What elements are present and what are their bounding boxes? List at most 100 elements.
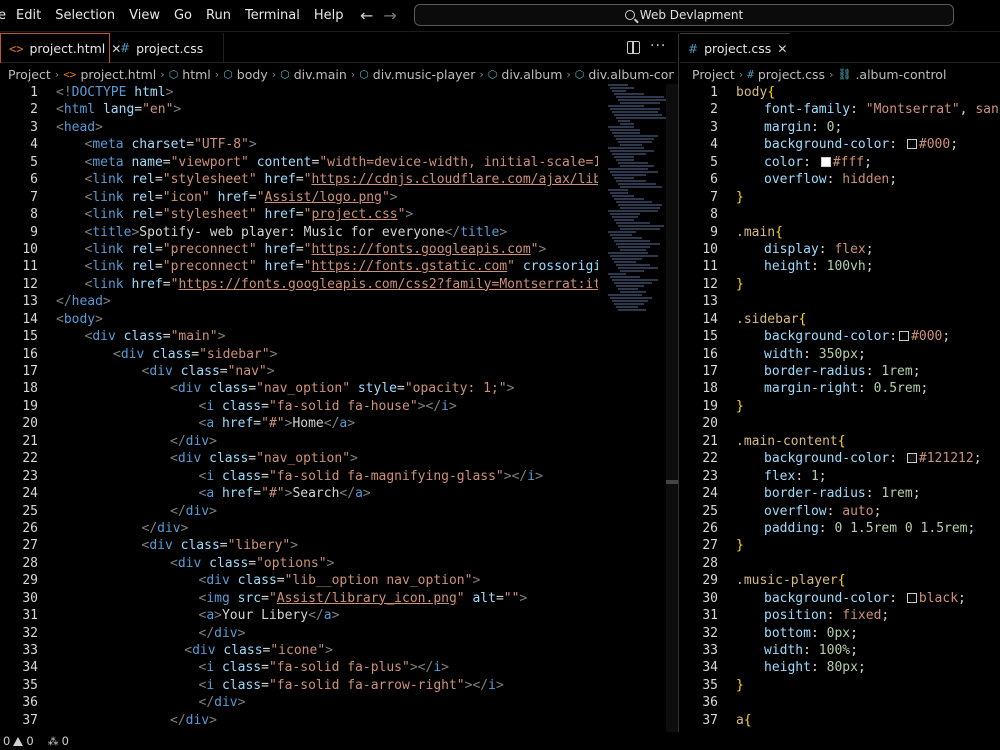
ports-indicator[interactable]: ⁂ 0 — [48, 734, 69, 748]
code-line[interactable]: 4 <meta charset="UTF-8"> — [0, 136, 668, 153]
code-line[interactable]: 37 </div> — [0, 712, 668, 729]
color-swatch[interactable] — [820, 156, 831, 167]
editor-scrollbar[interactable] — [666, 84, 678, 732]
code-line[interactable]: 12 <link href="https://fonts.googleapis.c… — [0, 276, 668, 293]
code-line[interactable]: 15 background-color: #000; — [680, 328, 1000, 345]
code-line[interactable]: 10 display: flex; — [680, 241, 1000, 258]
code-line[interactable]: 36 </div> — [0, 694, 668, 711]
code-line[interactable]: 1 body{ — [680, 84, 1000, 101]
code-line[interactable]: 20 <a href="#">Home</a> — [0, 415, 668, 432]
code-line[interactable]: 6 <link rel="stylesheet" href="https://cd… — [0, 171, 668, 188]
code-line[interactable]: 36 — [680, 694, 1000, 711]
code-line[interactable]: 21 </div> — [0, 433, 668, 450]
code-line[interactable]: 22 background-color: #121212; — [680, 450, 1000, 467]
code-line[interactable]: 25 overflow: auto; — [680, 503, 1000, 520]
code-line[interactable]: 14 .sidebar{ — [680, 311, 1000, 328]
code-line[interactable]: 22 <div class="nav_option"> — [0, 450, 668, 467]
code-line[interactable]: 29 <div class="lib__option nav_option"> — [0, 572, 668, 589]
code-line[interactable]: 18 margin-right: 0.5rem; — [680, 380, 1000, 397]
code-line[interactable]: 9 <title>Spotify- web player: Music for e… — [0, 224, 668, 241]
breadcrumb-item[interactable]: body — [237, 67, 268, 82]
tab-project-css-right[interactable]: # project.css ✕ — [680, 33, 790, 63]
code-line[interactable]: 5 color: #fff; — [680, 154, 1000, 171]
color-swatch[interactable] — [906, 453, 917, 464]
menu-item-edit[interactable]: Edit — [16, 0, 41, 32]
menu-item-e[interactable]: e — [0, 0, 6, 32]
forward-arrow-icon[interactable]: → — [383, 6, 396, 26]
code-line[interactable]: 1 <!DOCTYPE html> — [0, 84, 668, 101]
scrollbar-thumb[interactable] — [666, 480, 678, 484]
code-line[interactable]: 28 <div class="options"> — [0, 555, 668, 572]
code-line[interactable]: 27} — [680, 537, 1000, 554]
code-line[interactable]: 24 <a href="#">Search</a> — [0, 485, 668, 502]
code-line[interactable]: 17 <div class="nav"> — [0, 363, 668, 380]
code-line[interactable]: 25 </div> — [0, 503, 668, 520]
code-line[interactable]: 34 height: 80px; — [680, 659, 1000, 676]
menu-item-terminal[interactable]: Terminal — [245, 0, 300, 32]
code-line[interactable]: 10 <link rel="preconnect" href="https://f… — [0, 241, 668, 258]
breadcrumb-item[interactable]: project.css — [758, 67, 825, 82]
code-line[interactable]: 2font-family: "Montserrat", sans-serif — [680, 101, 1000, 118]
menu-item-run[interactable]: Run — [206, 0, 231, 32]
code-line[interactable]: 24 border-radius: 1rem; — [680, 485, 1000, 502]
command-center-search[interactable]: Web Devlapment — [414, 4, 954, 26]
code-line[interactable]: 26 </div> — [0, 520, 668, 537]
code-line[interactable]: 23 <i class="fa-solid fa-magnifying-glass… — [0, 468, 668, 485]
back-arrow-icon[interactable]: ← — [360, 6, 373, 26]
code-line[interactable]: 35 <i class="fa-solid fa-arrow-right"></i… — [0, 677, 668, 694]
code-line[interactable]: 8 — [680, 206, 1000, 223]
tab-project-html[interactable]: <> project.html ✕ — [0, 33, 121, 63]
breadcrumb-item[interactable]: project.html — [80, 67, 156, 82]
code-line[interactable]: 4 background-color: #000; — [680, 136, 1000, 153]
menu-item-help[interactable]: Help — [314, 0, 344, 32]
code-line[interactable]: 30 background-color: black; — [680, 590, 1000, 607]
code-line[interactable]: 20 — [680, 415, 1000, 432]
css-editor[interactable]: 1body{2font-family: "Montserrat", sans-s… — [680, 84, 1000, 732]
code-line[interactable]: 16 width: 350px; — [680, 346, 1000, 363]
code-line[interactable]: 12} — [680, 276, 1000, 293]
breadcrumb-item[interactable]: html — [182, 67, 210, 82]
code-line[interactable]: 32 bottom: 0px; — [680, 625, 1000, 642]
code-line[interactable]: 29 .music-player{ — [680, 572, 1000, 589]
split-editor-icon[interactable] — [627, 41, 640, 54]
problems-indicator[interactable]: 0 0 — [0, 734, 34, 748]
code-line[interactable]: 32 </div> — [0, 625, 668, 642]
code-line[interactable]: 13 — [680, 293, 1000, 310]
color-swatch[interactable] — [906, 592, 917, 603]
code-line[interactable]: 37 a{ — [680, 712, 1000, 729]
code-line[interactable]: 28 — [680, 555, 1000, 572]
minimap[interactable] — [608, 84, 670, 314]
more-actions-icon[interactable]: ··· — [650, 38, 666, 54]
code-line[interactable]: 11 height: 100vh; — [680, 258, 1000, 275]
color-swatch[interactable] — [906, 139, 917, 150]
code-line[interactable]: 26 padding: 0 1.5rem 0 1.5rem; — [680, 520, 1000, 537]
breadcrumb-item[interactable]: div.music-player — [373, 67, 476, 82]
code-line[interactable]: 13 </head> — [0, 293, 668, 310]
code-line[interactable]: 18 <div class="nav_option" style="opacity… — [0, 380, 668, 397]
menu-item-view[interactable]: View — [129, 0, 160, 32]
menu-item-selection[interactable]: Selection — [55, 0, 115, 32]
menu-item-go[interactable]: Go — [174, 0, 192, 32]
code-line[interactable]: 23 flex: 1; — [680, 468, 1000, 485]
code-line[interactable]: 16 <div class="sidebar"> — [0, 346, 668, 363]
code-line[interactable]: 30 <img src="Assist/library_icon.png" alt… — [0, 590, 668, 607]
code-line[interactable]: 7} — [680, 189, 1000, 206]
code-line[interactable]: 9 .main{ — [680, 224, 1000, 241]
code-line[interactable]: 31 <a>Your Libery</a> — [0, 607, 668, 624]
breadcrumb-item[interactable]: Project — [692, 67, 735, 82]
code-line[interactable]: 34 <i class="fa-solid fa-plus"></i> — [0, 659, 668, 676]
code-line[interactable]: 35} — [680, 677, 1000, 694]
code-line[interactable]: 7 <link rel="icon" href="Assist/logo.png"… — [0, 189, 668, 206]
color-swatch[interactable] — [899, 331, 910, 342]
code-line[interactable]: 21 .main-content{ — [680, 433, 1000, 450]
code-line[interactable]: 27 <div class="libery"> — [0, 537, 668, 554]
code-line[interactable]: 3 margin: 0; — [680, 119, 1000, 136]
breadcrumb-item[interactable]: div.main — [294, 67, 347, 82]
code-line[interactable]: 15 <div class="main"> — [0, 328, 668, 345]
code-line[interactable]: 19 <i class="fa-solid fa-house"></i> — [0, 398, 668, 415]
close-icon[interactable]: ✕ — [777, 42, 787, 56]
editor-split-divider[interactable] — [678, 33, 679, 733]
code-line[interactable]: 14 <body> — [0, 311, 668, 328]
breadcrumb-item[interactable]: .album-control — [855, 67, 946, 82]
code-line[interactable]: 31 position: fixed; — [680, 607, 1000, 624]
